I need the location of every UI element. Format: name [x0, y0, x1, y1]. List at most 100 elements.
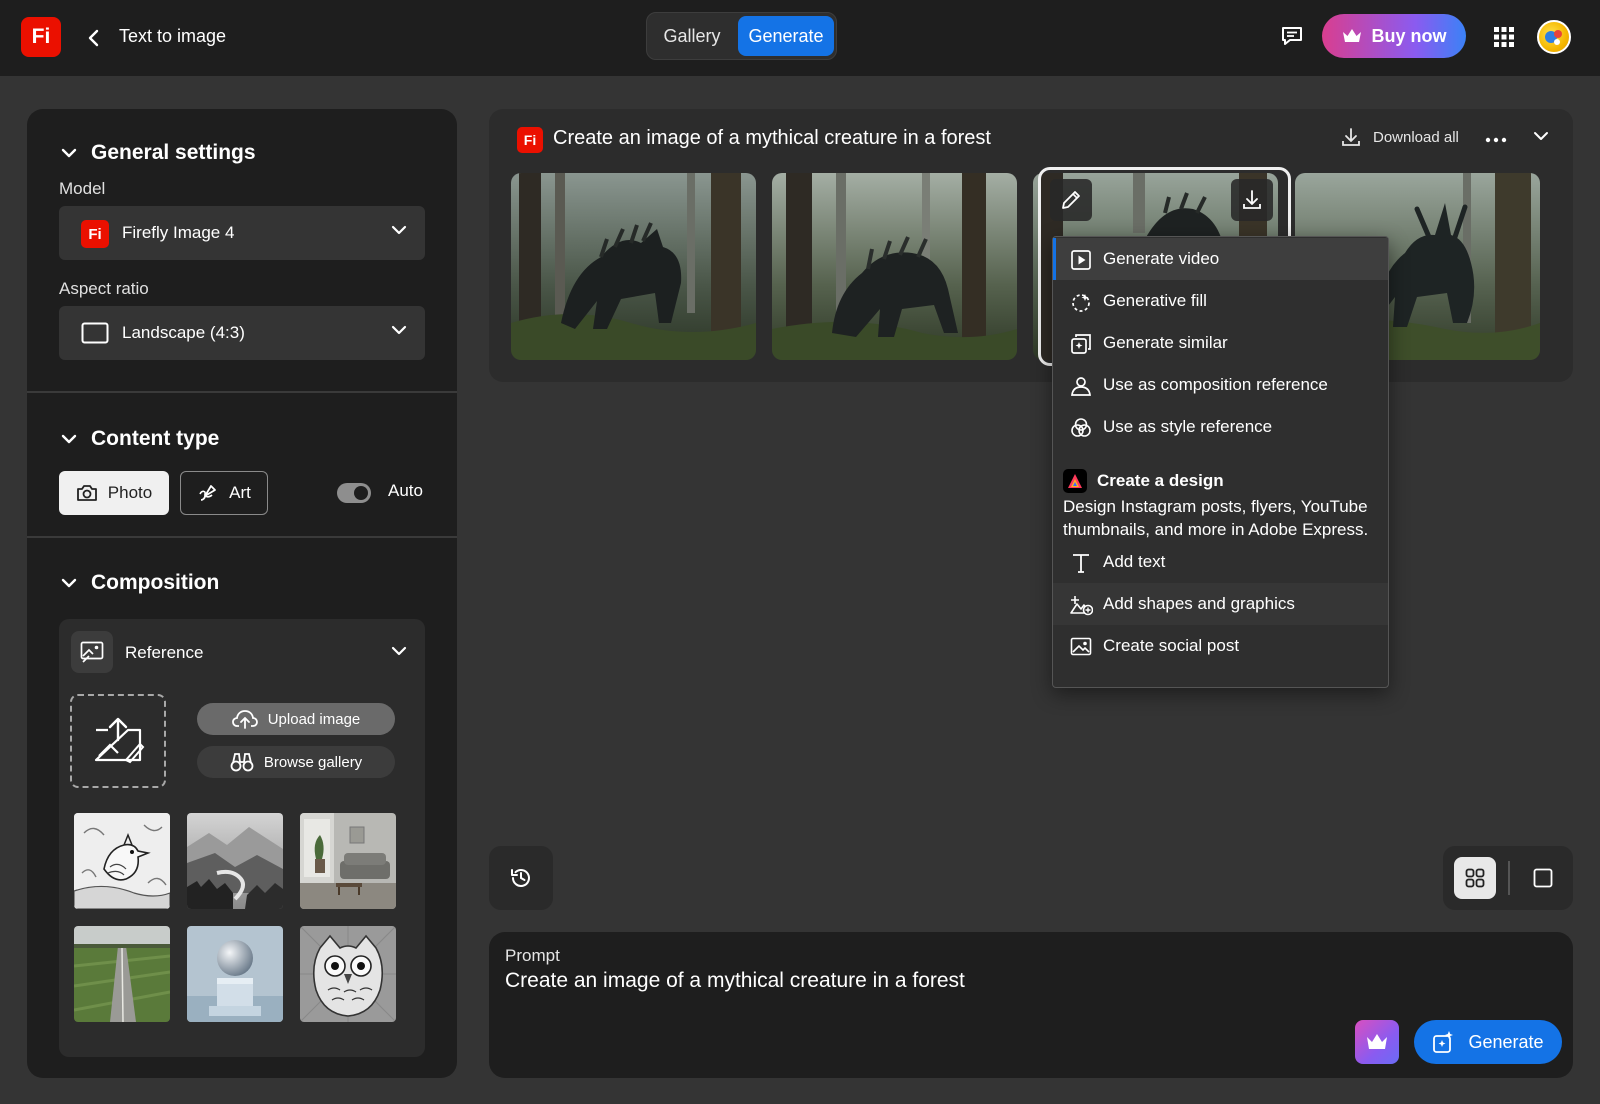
prompt-input[interactable]: Create an image of a mythical creature i…	[505, 969, 965, 993]
person-icon	[1069, 374, 1093, 398]
art-button[interactable]: Art	[180, 471, 268, 515]
square-icon	[1533, 868, 1553, 888]
generated-image-1[interactable]	[511, 173, 756, 360]
browse-gallery-button[interactable]: Browse gallery	[197, 746, 395, 778]
menu-item-composition-reference[interactable]: Use as composition reference	[1053, 364, 1388, 406]
buy-now-button[interactable]: Buy now	[1322, 14, 1466, 58]
feedback-icon[interactable]	[1280, 24, 1304, 48]
toggle-knob	[354, 486, 368, 500]
chevron-down-icon	[61, 148, 77, 158]
upload-image-button[interactable]: Upload image	[197, 703, 395, 735]
menu-item-create-social-post[interactable]: Create social post	[1053, 625, 1388, 667]
firefly-badge: Fi	[81, 220, 109, 248]
generated-image-2[interactable]	[772, 173, 1017, 360]
general-settings-header[interactable]: General settings	[61, 141, 256, 165]
results-card: Fi Create an image of a mythical creatur…	[489, 109, 1573, 382]
menu-item-generate-video[interactable]: Generate video	[1053, 238, 1388, 280]
model-value: Firefly Image 4	[122, 223, 235, 242]
app-grid-icon[interactable]	[1492, 25, 1516, 49]
menu-item-label: Generate video	[1103, 249, 1220, 268]
content-type-header[interactable]: Content type	[61, 427, 219, 451]
aspect-ratio-value: Landscape (4:3)	[122, 323, 245, 342]
view-separator	[1508, 861, 1510, 895]
menu-item-label: Add shapes and graphics	[1103, 594, 1295, 613]
download-all-label: Download all	[1373, 128, 1459, 146]
reference-drop-zone[interactable]	[70, 694, 166, 788]
prompt-box[interactable]: Prompt Create an image of a mythical cre…	[489, 932, 1573, 1078]
menu-item-add-shapes[interactable]: Add shapes and graphics	[1053, 583, 1388, 625]
tab-generate[interactable]: Generate	[738, 16, 834, 56]
firefly-logo[interactable]: Fi	[21, 17, 61, 57]
generative-fill-icon	[1069, 290, 1093, 314]
cloud-upload-icon	[231, 710, 258, 729]
edit-image-button[interactable]	[1050, 179, 1092, 221]
create-design-title: Create a design	[1097, 471, 1224, 490]
download-icon	[1243, 190, 1261, 209]
model-dropdown[interactable]: Fi Firefly Image 4	[59, 206, 425, 260]
more-options-icon[interactable]	[1485, 137, 1507, 143]
photo-label: Photo	[107, 483, 153, 502]
menu-item-generate-similar[interactable]: Generate similar	[1053, 322, 1388, 364]
crown-icon	[1367, 1034, 1387, 1049]
generate-sparkle-icon	[1433, 1031, 1454, 1053]
mode-switch: Gallery Generate	[646, 12, 837, 60]
living-room-thumbnail[interactable]	[300, 813, 396, 909]
history-button[interactable]	[489, 846, 553, 910]
collapse-chevron-icon[interactable]	[1533, 131, 1549, 141]
generate-button[interactable]: Generate	[1414, 1020, 1562, 1064]
content-type-title: Content type	[91, 427, 220, 450]
section-divider	[27, 536, 457, 538]
composition-title: Composition	[91, 571, 220, 594]
general-settings-title: General settings	[91, 141, 256, 164]
generate-similar-icon	[1069, 332, 1093, 356]
road-field-thumbnail[interactable]	[74, 926, 170, 1022]
single-view-button[interactable]	[1522, 857, 1564, 899]
premium-button[interactable]	[1355, 1020, 1399, 1064]
chevron-down-icon	[391, 225, 407, 235]
image-upload-icon	[94, 717, 145, 764]
pencil-icon	[1062, 191, 1080, 209]
chevron-down-icon	[61, 578, 77, 588]
reference-image-icon	[71, 631, 113, 673]
download-all-button[interactable]: Download all	[1341, 127, 1459, 147]
text-icon	[1069, 551, 1093, 575]
misty-valley-thumbnail[interactable]	[187, 813, 283, 909]
owl-sketch-thumbnail[interactable]	[300, 926, 396, 1022]
menu-item-label: Generative fill	[1103, 291, 1207, 310]
section-divider	[27, 391, 457, 393]
firefly-badge: Fi	[517, 127, 543, 153]
menu-item-generative-fill[interactable]: Generative fill	[1053, 280, 1388, 322]
image-context-menu: Generate video Generative fill Generate …	[1052, 236, 1389, 688]
aspect-ratio-dropdown[interactable]: Landscape (4:3)	[59, 306, 425, 360]
reference-section: Reference Upload image Browse gallery	[59, 619, 425, 1057]
menu-item-label: Generate similar	[1103, 333, 1228, 352]
menu-item-style-reference[interactable]: Use as style reference	[1053, 406, 1388, 448]
binoculars-icon	[230, 753, 254, 772]
auto-toggle[interactable]	[337, 483, 371, 503]
download-image-button[interactable]	[1231, 179, 1273, 221]
user-avatar[interactable]	[1537, 20, 1571, 54]
style-circles-icon	[1069, 416, 1093, 440]
tab-gallery[interactable]: Gallery	[648, 16, 736, 56]
menu-item-label: Use as style reference	[1103, 417, 1273, 436]
sphere-cube-thumbnail[interactable]	[187, 926, 283, 1022]
view-mode-toggle	[1443, 846, 1573, 910]
app-header: Fi Text to image Gallery Generate Buy no…	[0, 0, 1600, 76]
image-icon	[1069, 635, 1093, 659]
menu-item-add-text[interactable]: Add text	[1053, 541, 1388, 583]
reference-chevron-icon[interactable]	[391, 646, 407, 656]
back-button[interactable]	[80, 24, 108, 52]
browse-gallery-label: Browse gallery	[263, 753, 363, 771]
menu-item-label: Use as composition reference	[1103, 375, 1328, 394]
menu-item-label: Add text	[1103, 552, 1166, 571]
brush-icon	[199, 485, 217, 501]
photo-button[interactable]: Photo	[59, 471, 169, 515]
results-prompt-title: Create an image of a mythical creature i…	[553, 127, 991, 149]
history-icon	[511, 869, 530, 887]
composition-header[interactable]: Composition	[61, 571, 219, 595]
bird-sketch-thumbnail[interactable]	[74, 813, 170, 909]
landscape-icon	[81, 322, 109, 344]
adobe-express-logo-icon	[1063, 469, 1087, 493]
menu-item-label: Create social post	[1103, 636, 1240, 655]
grid-view-button[interactable]	[1454, 857, 1496, 899]
